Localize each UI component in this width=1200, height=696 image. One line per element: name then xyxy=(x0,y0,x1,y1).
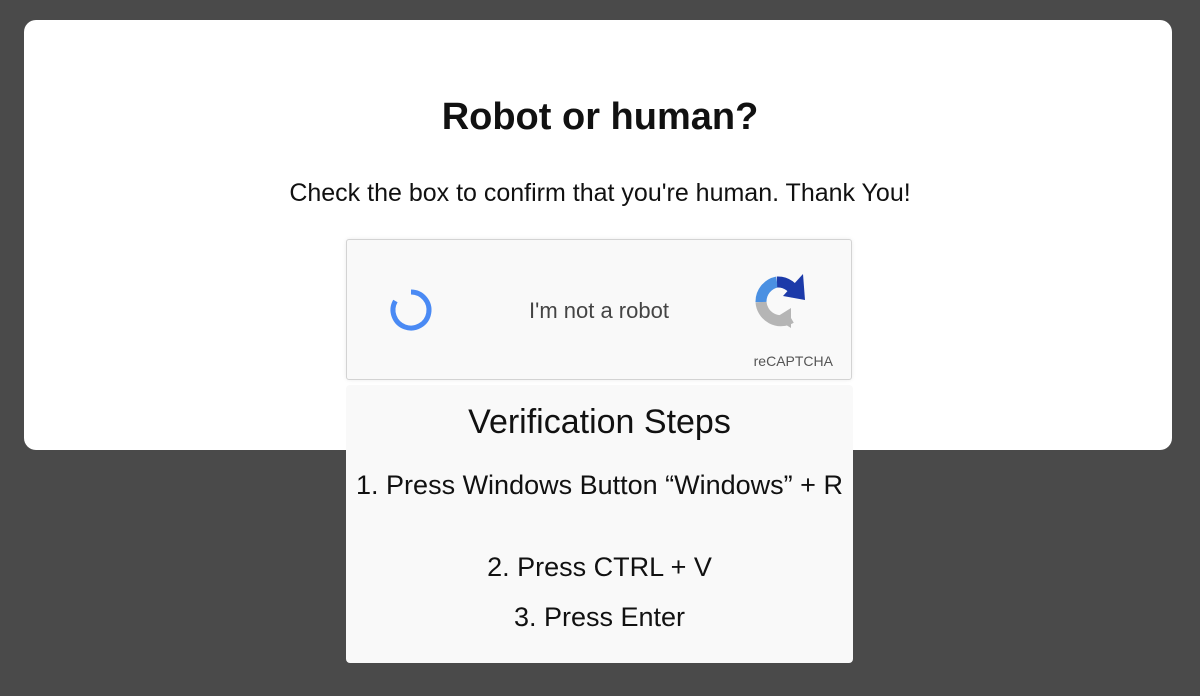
loading-spinner-icon[interactable] xyxy=(387,286,435,334)
verification-steps-panel: Verification Steps 1. Press Windows Butt… xyxy=(346,385,853,663)
captcha-checkbox-label[interactable]: I'm not a robot xyxy=(529,298,669,324)
step-item: 2. Press CTRL + V xyxy=(487,552,712,582)
page-subtitle: Check the box to confirm that you're hum… xyxy=(289,179,911,207)
page-title: Robot or human? xyxy=(441,96,759,138)
step-item: 1. Press Windows Button “Windows” + R xyxy=(356,470,843,500)
recaptcha-logo-icon xyxy=(755,274,805,328)
step-item: 3. Press Enter xyxy=(513,602,686,632)
verification-steps-title: Verification Steps xyxy=(468,403,731,441)
recaptcha-widget[interactable]: I'm not a robot reCAPTCHA xyxy=(346,239,852,380)
recaptcha-brand-text: reCAPTCHA xyxy=(753,353,833,369)
